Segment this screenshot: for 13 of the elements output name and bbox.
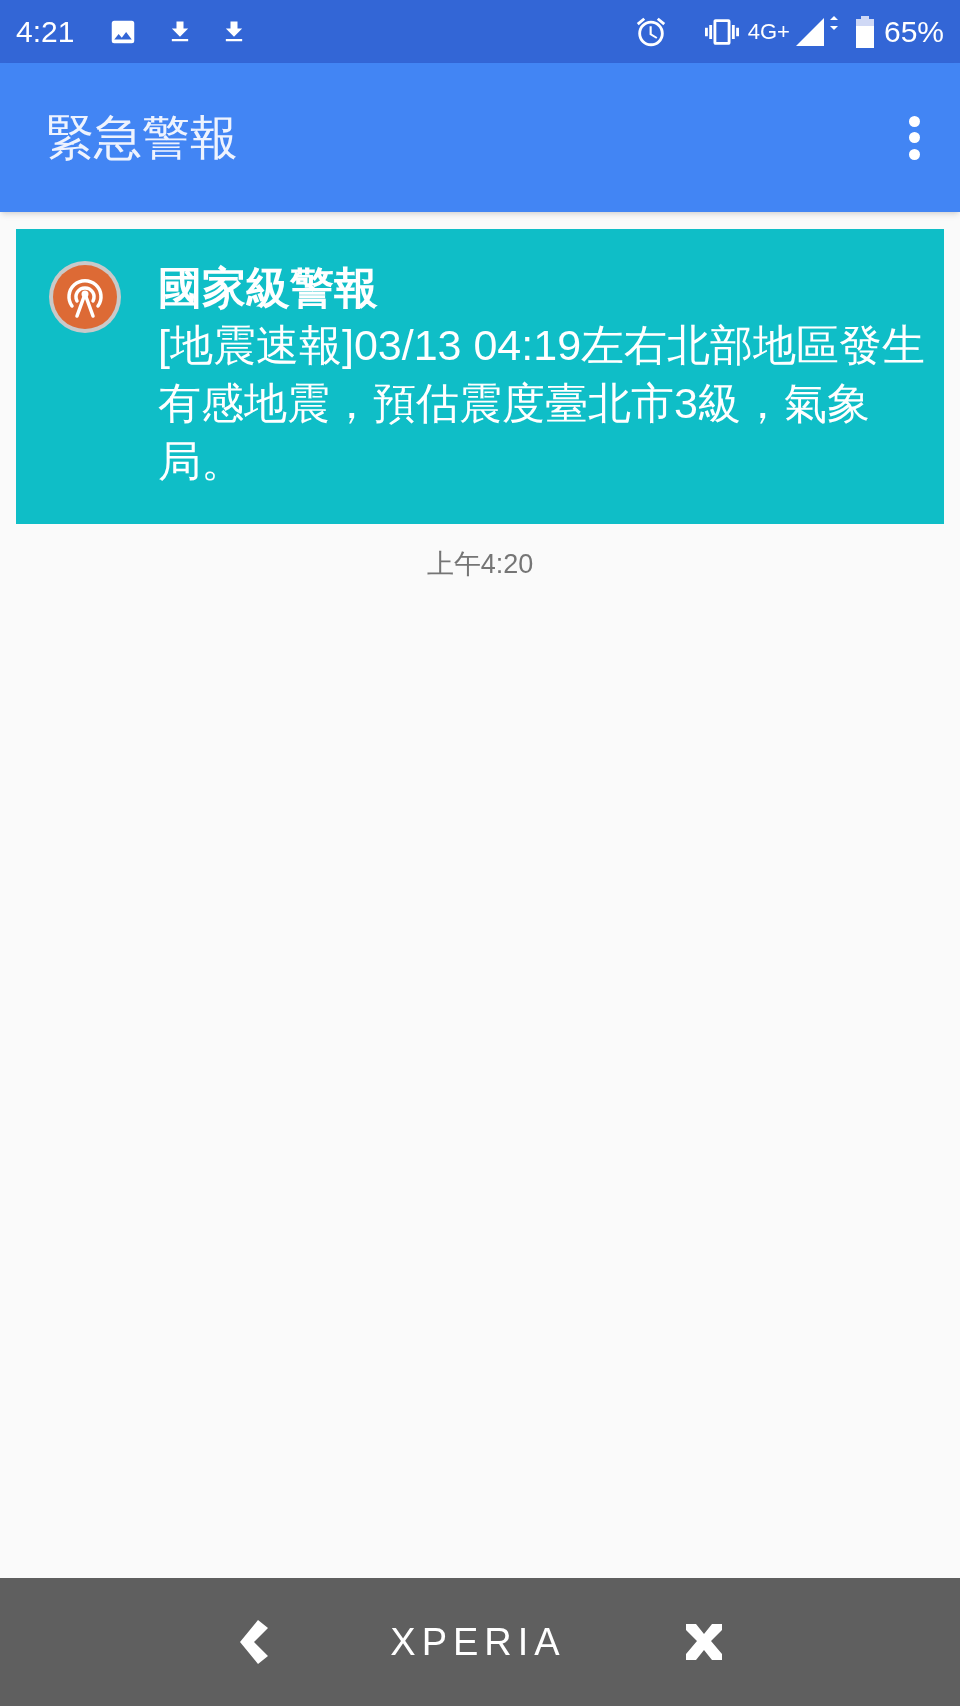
battery-icon — [855, 15, 874, 48]
x-logo-icon[interactable] — [685, 1624, 722, 1660]
alert-time: 上午4:20 — [426, 548, 534, 581]
alert-card[interactable]: 國家級警報 [地震速報]03/13 04:19左右北部地區發生有感地震，預估震度臺北市3級，氣象局。 — [16, 229, 944, 524]
battery-percent: 65% — [883, 14, 944, 50]
clock-time: 4:21 — [16, 14, 75, 50]
back-icon[interactable] — [238, 1620, 271, 1664]
app-title: 緊急警報 — [46, 109, 239, 166]
alert-title: 國家級警報 — [158, 262, 379, 314]
brand-logo: XPERIA — [390, 1619, 566, 1665]
network-type: 4G+ — [747, 20, 790, 43]
broadcast-icon — [48, 260, 122, 334]
alert-message: [地震速報]03/13 04:19左右北部地區發生有感地震，預估震度臺北市3級，氣象局。 — [158, 320, 927, 487]
